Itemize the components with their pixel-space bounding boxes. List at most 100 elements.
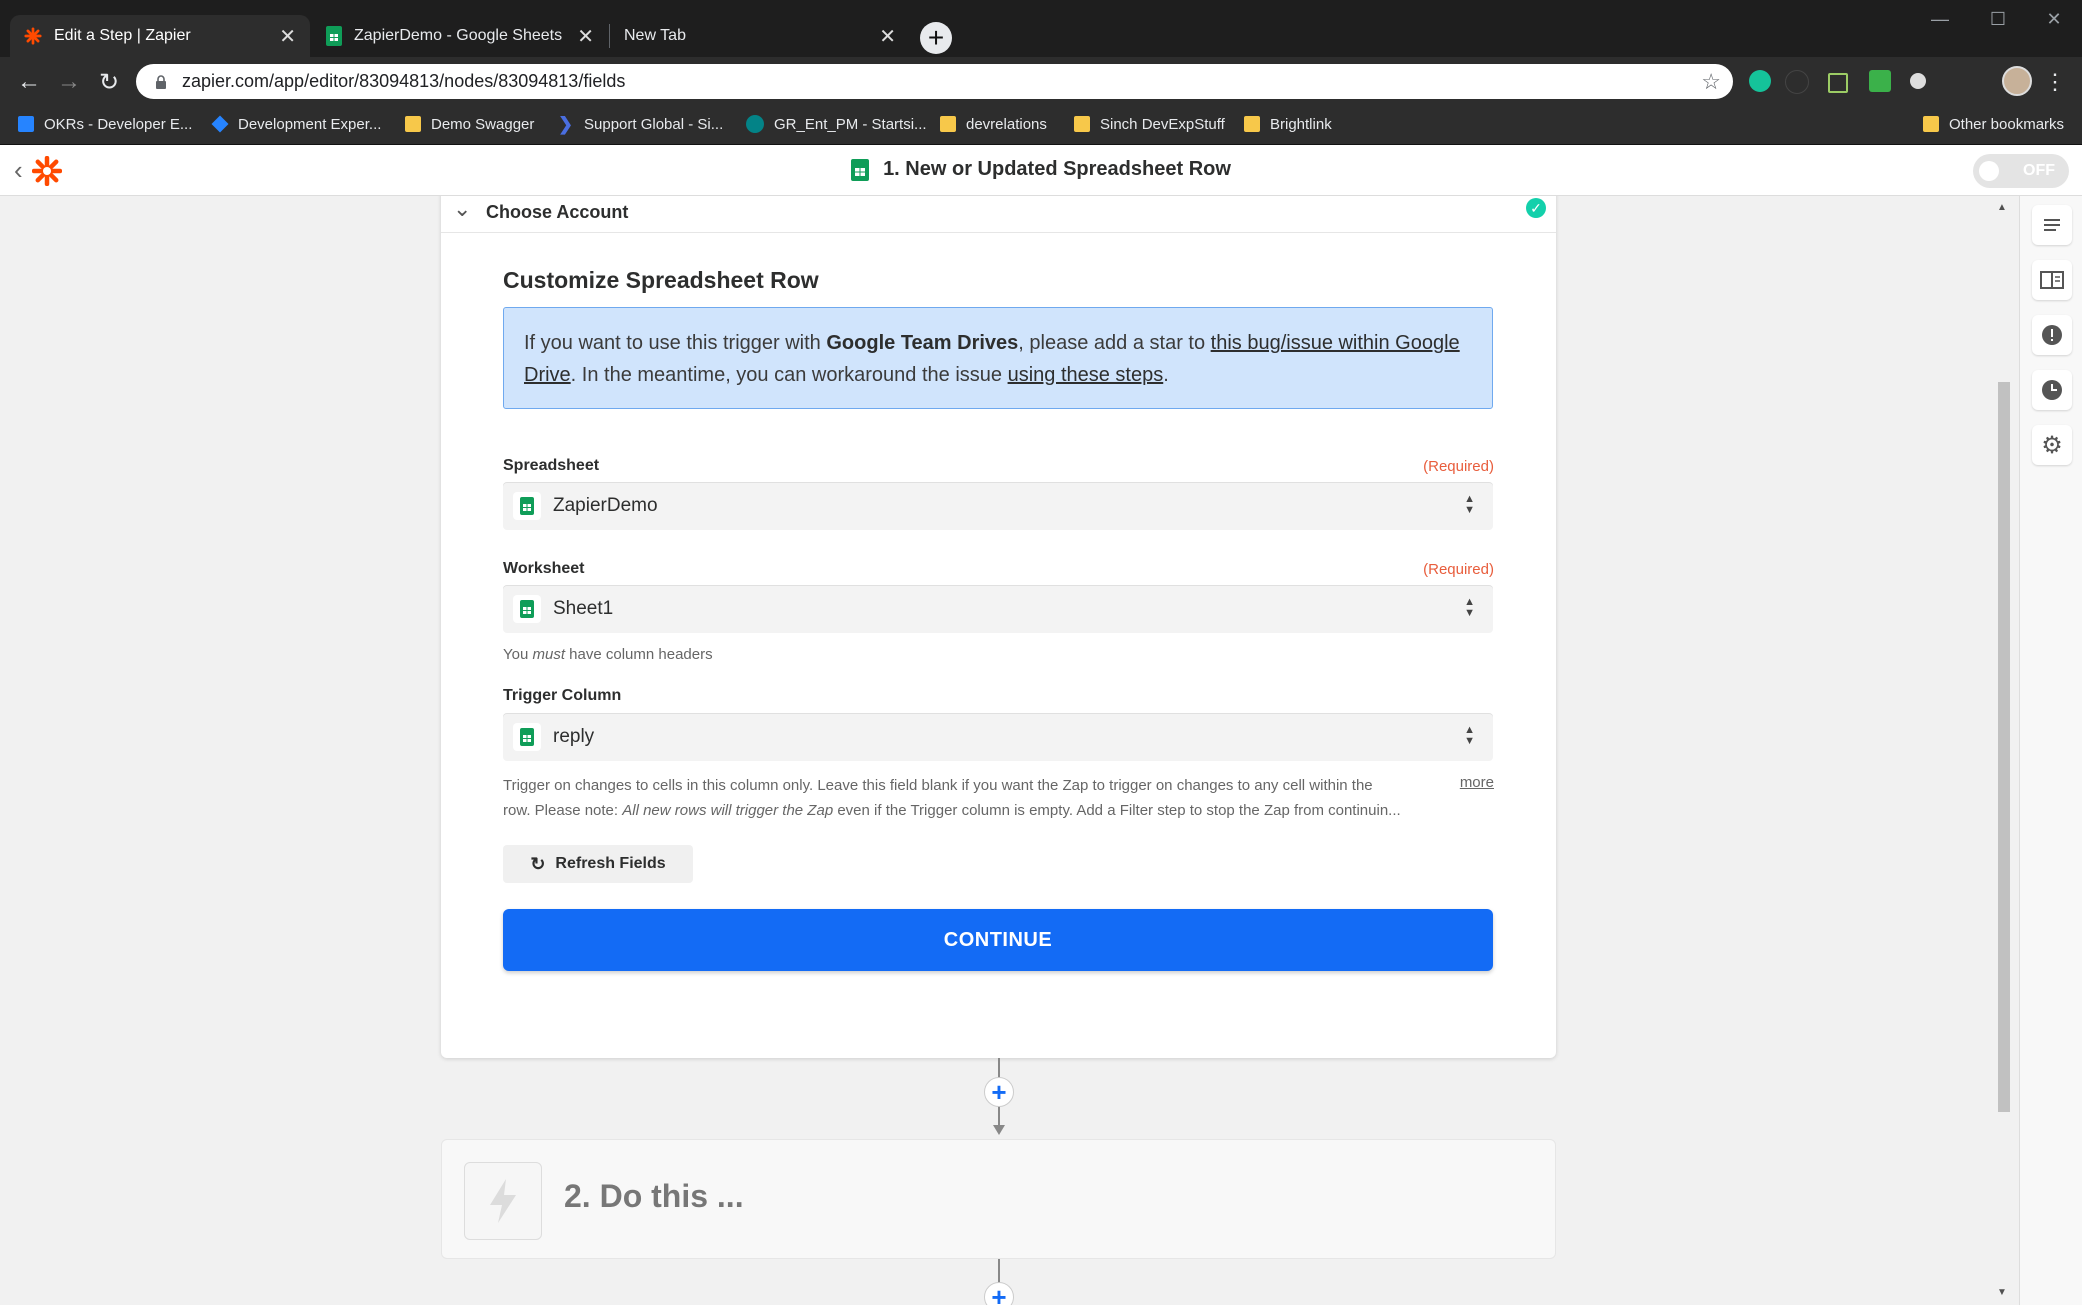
tab-label: Edit a Step | Zapier — [54, 27, 191, 44]
google-sheets-icon — [513, 595, 541, 623]
scroll-down-arrow-icon[interactable]: ▼ — [1997, 1287, 2007, 1298]
diamond-icon — [211, 115, 229, 133]
close-tab-icon[interactable]: ✕ — [279, 24, 296, 49]
trigger-column-select[interactable]: reply ▲ ▼ — [503, 713, 1493, 761]
grammarly-extension-icon[interactable] — [1749, 70, 1771, 92]
outline-icon[interactable] — [2032, 205, 2072, 245]
sharepoint-icon — [746, 115, 764, 133]
guide-book-icon[interactable] — [2032, 260, 2072, 300]
check-circle-icon: ✓ — [1526, 198, 1546, 218]
zapier-favicon-icon — [24, 27, 42, 45]
chevron-down-icon: ⌄ — [453, 196, 472, 221]
sort-arrows-icon: ▲ ▼ — [1464, 724, 1475, 747]
spreadsheet-label: Spreadsheet — [503, 457, 600, 474]
spreadsheet-select[interactable]: ZapierDemo ▲ ▼ — [503, 482, 1493, 530]
minimize-icon[interactable]: — — [1910, 0, 1970, 38]
worksheet-value: Sheet1 — [553, 598, 614, 619]
close-window-icon[interactable]: ✕ — [2024, 0, 2082, 38]
scrollbar-thumb[interactable] — [1998, 382, 2010, 1112]
bookmark-devrelations[interactable]: devrelations — [940, 111, 1047, 137]
forward-icon[interactable]: → — [54, 67, 84, 97]
url-text: zapier.com/app/editor/83094813/nodes/830… — [182, 71, 626, 91]
google-sheets-favicon-icon — [326, 26, 342, 46]
connector-arrow — [993, 1125, 1005, 1135]
folder-icon — [405, 116, 421, 132]
toggle-label: OFF — [2023, 162, 2055, 179]
bookmark-gr-ent-pm[interactable]: GR_Ent_PM - Startsi... — [746, 111, 927, 137]
trigger-column-value: reply — [553, 726, 595, 747]
worksheet-select[interactable]: Sheet1 ▲ ▼ — [503, 585, 1493, 633]
code-extension-icon[interactable] — [1869, 70, 1891, 92]
folder-icon — [940, 116, 956, 132]
close-tab-icon[interactable]: ✕ — [577, 24, 594, 49]
editor-canvas: ⌄ Choose Account ✓ Customize Spreadsheet… — [0, 196, 2010, 1305]
action-step-card[interactable]: 2. Do this ... — [441, 1139, 1556, 1259]
choose-account-section[interactable]: ⌄ Choose Account ✓ — [441, 196, 1556, 233]
continue-button[interactable]: CONTINUE — [503, 909, 1493, 971]
trigger-step-card: ⌄ Choose Account ✓ Customize Spreadsheet… — [441, 196, 1556, 1058]
google-sheets-icon — [513, 723, 541, 751]
zap-on-off-toggle[interactable]: OFF — [1973, 154, 2069, 188]
folder-icon — [1923, 116, 1939, 132]
history-clock-icon[interactable] — [2032, 370, 2072, 410]
section-title: Customize Spreadsheet Row — [503, 267, 819, 293]
bookmark-brightlink[interactable]: Brightlink — [1244, 111, 1332, 137]
close-tab-icon[interactable]: ✕ — [879, 24, 896, 49]
add-step-button[interactable]: + — [984, 1077, 1014, 1107]
more-menu-icon[interactable]: ⋮ — [2040, 67, 2070, 97]
bookmark-other-bookmarks[interactable]: Other bookmarks — [1923, 111, 2064, 137]
bookmark-support-global[interactable]: ❯ Support Global - Si... — [558, 111, 723, 137]
add-step-button[interactable]: + — [984, 1282, 1014, 1305]
step-title: 1. New or Updated Spreadsheet Row — [883, 158, 1231, 180]
sort-arrows-icon: ▲ ▼ — [1464, 596, 1475, 619]
refresh-fields-button[interactable]: ↻ Refresh Fields — [503, 845, 693, 883]
tab-label: ZapierDemo - Google Sheets — [354, 27, 563, 44]
tab-label: New Tab — [624, 27, 686, 44]
bookmark-okrs[interactable]: OKRs - Developer E... — [18, 111, 192, 137]
bookmark-demo-swagger[interactable]: Demo Swagger — [405, 111, 534, 137]
editor-side-panel — [2019, 196, 2082, 1305]
maximize-icon[interactable]: ☐ — [1968, 0, 2028, 38]
extension-icon[interactable] — [1785, 70, 1809, 94]
spreadsheet-value: ZapierDemo — [553, 495, 658, 516]
required-indicator: (Required) — [1423, 561, 1494, 578]
worksheet-help-text: You must have column headers — [503, 646, 713, 663]
lock-icon — [156, 74, 166, 89]
toggle-knob — [1979, 161, 1999, 181]
team-drives-notice: If you want to use this trigger with Goo… — [503, 307, 1493, 409]
sort-arrows-icon: ▲ ▼ — [1464, 493, 1475, 516]
profile-avatar[interactable] — [2002, 66, 2032, 96]
confluence-icon — [18, 116, 34, 132]
refresh-icon: ↻ — [530, 853, 546, 874]
choose-account-label: Choose Account — [486, 202, 629, 222]
chevron-right-icon: ❯ — [558, 114, 574, 134]
back-icon[interactable]: ← — [14, 67, 44, 97]
tab-google-sheets[interactable]: ZapierDemo - Google Sheets ✕ — [312, 15, 608, 57]
reload-icon[interactable]: ↻ — [94, 67, 124, 97]
record-extension-icon[interactable] — [1910, 73, 1926, 89]
bookmark-sinch-devexpstuff[interactable]: Sinch DevExpStuff — [1074, 111, 1225, 137]
page-title: 1. New or Updated Spreadsheet Row — [0, 158, 2082, 181]
screenshot-extension-icon[interactable] — [1828, 73, 1848, 93]
scroll-up-arrow-icon[interactable]: ▲ — [1997, 202, 2007, 213]
folder-icon — [1074, 116, 1090, 132]
trigger-column-label: Trigger Column — [503, 687, 622, 704]
action-step-label: 2. Do this ... — [564, 1178, 744, 1214]
more-link[interactable]: more — [1460, 774, 1494, 791]
tab-edit-a-step[interactable]: Edit a Step | Zapier ✕ — [10, 15, 310, 57]
alert-icon[interactable] — [2032, 315, 2072, 355]
google-sheets-icon — [513, 492, 541, 520]
folder-icon — [1244, 116, 1260, 132]
settings-gear-icon[interactable]: ⚙ — [2032, 425, 2072, 465]
new-tab-button[interactable]: + — [920, 22, 952, 54]
bookmark-development-exper[interactable]: Development Exper... — [211, 111, 381, 137]
lightning-bolt-icon — [464, 1162, 542, 1240]
address-bar[interactable]: zapier.com/app/editor/83094813/nodes/830… — [136, 64, 1733, 99]
google-sheets-icon — [851, 158, 870, 181]
bookmark-star-icon[interactable]: ☆ — [1701, 69, 1721, 95]
workaround-steps-link[interactable]: using these steps — [1008, 364, 1164, 386]
worksheet-label: Worksheet — [503, 560, 585, 577]
required-indicator: (Required) — [1423, 458, 1494, 475]
tab-new-tab[interactable]: New Tab ✕ — [610, 15, 910, 57]
trigger-column-help-text: Trigger on changes to cells in this colu… — [503, 777, 1401, 819]
